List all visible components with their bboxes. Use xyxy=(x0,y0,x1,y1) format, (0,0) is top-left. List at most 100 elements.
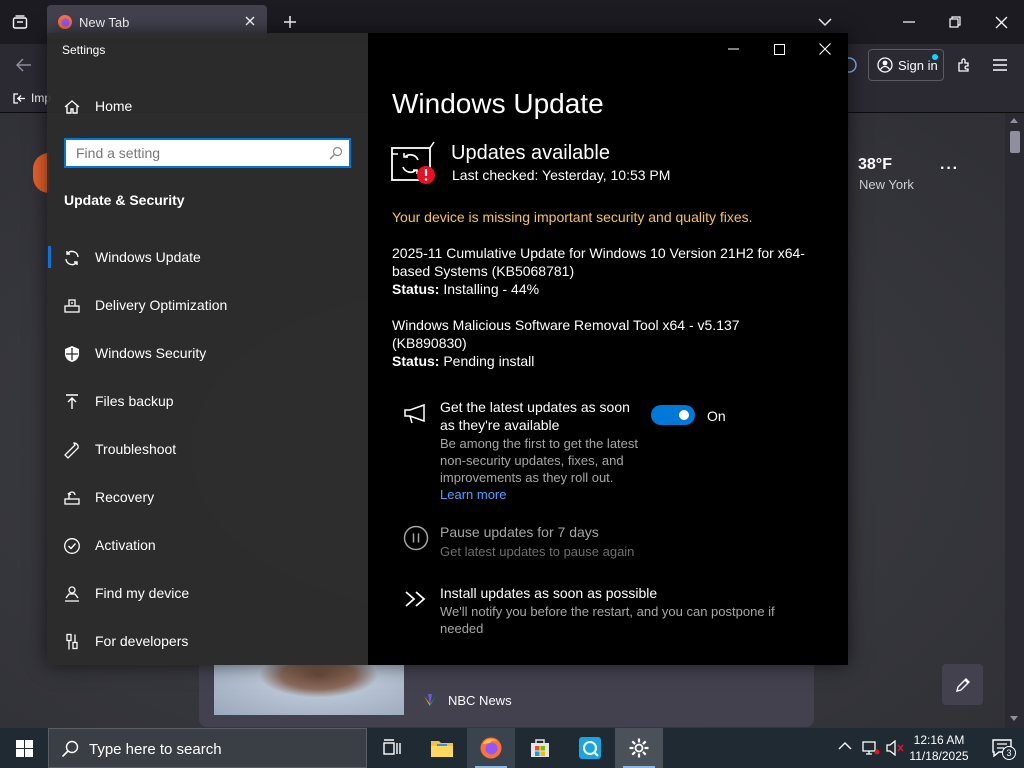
pencil-icon xyxy=(954,676,972,694)
firefox-icon xyxy=(57,14,73,30)
search-icon[interactable] xyxy=(329,146,343,160)
browser-close-icon[interactable] xyxy=(991,12,1011,32)
home-icon xyxy=(62,97,82,117)
sidebar-item-activation[interactable]: Activation xyxy=(47,522,368,568)
scroll-down-icon[interactable] xyxy=(1010,716,1018,721)
developer-icon xyxy=(62,632,82,652)
new-tab-plus-icon[interactable] xyxy=(280,12,300,32)
sidebar-item-for-developers[interactable]: For developers xyxy=(47,618,368,664)
weather-temperature[interactable]: 38°F xyxy=(858,156,892,174)
settings-minimize-icon[interactable] xyxy=(710,33,756,65)
learn-more-link[interactable]: Learn more xyxy=(440,487,506,502)
store-icon xyxy=(529,737,551,759)
notification-count: 3 xyxy=(1002,746,1016,760)
network-icon[interactable] xyxy=(862,740,880,756)
pause-updates-title[interactable]: Pause updates for 7 days xyxy=(440,523,599,541)
customize-edit-button[interactable] xyxy=(942,664,983,705)
settings-window: Settings Home Update & Security Windows … xyxy=(47,33,848,665)
news-source: NBC News xyxy=(448,693,512,708)
browser-restore-icon[interactable] xyxy=(945,12,965,32)
sidebar-item-find-my-device[interactable]: Find my device xyxy=(47,570,368,616)
import-bookmarks-button[interactable]: Imp xyxy=(12,91,51,105)
update-status: Pending install xyxy=(443,353,535,369)
last-checked-time: Last checked: Yesterday, 10:53 PM xyxy=(452,167,671,183)
latest-updates-title: Get the latest updates as soon as they'r… xyxy=(440,399,630,433)
import-icon xyxy=(12,91,26,105)
toggle-knob xyxy=(679,410,689,420)
sign-in-button[interactable]: Sign in xyxy=(868,49,944,81)
settings-taskbar-button[interactable] xyxy=(615,728,663,768)
gear-icon xyxy=(628,737,650,759)
section-title: Update & Security xyxy=(64,192,185,208)
sidebar-item-windows-update[interactable]: Windows Update xyxy=(47,234,368,280)
status-label: Status: xyxy=(392,281,440,297)
speaker-muted-icon[interactable] xyxy=(886,740,904,756)
update-item-cumulative: 2025-11 Cumulative Update for Windows 10… xyxy=(392,244,812,298)
settings-app-title: Settings xyxy=(62,43,106,57)
notification-icon: 3 xyxy=(992,739,1016,760)
file-explorer-button[interactable] xyxy=(418,728,466,768)
news-thumbnail xyxy=(214,665,404,715)
page-scrollbar[interactable] xyxy=(1005,113,1024,728)
weather-city[interactable]: New York xyxy=(859,177,914,192)
start-button[interactable] xyxy=(0,728,48,768)
extensions-icon[interactable] xyxy=(953,54,975,76)
update-name: Windows Malicious Software Removal Tool … xyxy=(392,317,740,351)
security-warning-text: Your device is missing important securit… xyxy=(392,209,753,225)
sidebar-item-delivery-optimization[interactable]: Delivery Optimization xyxy=(47,282,368,328)
sidebar-item-home[interactable]: Home xyxy=(47,83,368,129)
firefox-taskbar-button[interactable] xyxy=(467,728,515,768)
latest-updates-toggle[interactable] xyxy=(651,405,695,425)
recovery-icon xyxy=(62,488,82,508)
pause-updates-description: Get latest updates to pause again xyxy=(440,544,635,559)
taskbar-search-text: Type here to search xyxy=(89,741,222,758)
weather-more-options-icon[interactable]: ··· xyxy=(940,160,959,178)
windows-update-panel: Windows Update Updates available Last ch… xyxy=(368,33,848,665)
toggle-state-label: On xyxy=(707,408,726,424)
remote-assist-button[interactable] xyxy=(566,728,614,768)
task-view-button[interactable] xyxy=(368,728,416,768)
browser-minimize-icon[interactable] xyxy=(899,12,919,32)
pause-circle-icon[interactable] xyxy=(402,524,430,552)
chevron-down-icon[interactable] xyxy=(815,12,835,32)
firefox-icon xyxy=(479,736,503,760)
install-asap-description: We'll notify you before the restart, and… xyxy=(440,604,775,636)
show-hidden-icons-chevron-up-icon[interactable] xyxy=(838,741,852,751)
sidebar-item-files-backup[interactable]: Files backup xyxy=(47,378,368,424)
settings-maximize-icon[interactable] xyxy=(756,33,802,65)
upload-icon xyxy=(62,392,82,412)
windows-logo-icon xyxy=(15,739,33,757)
search-input[interactable] xyxy=(76,144,326,162)
sidebar-item-recovery[interactable]: Recovery xyxy=(47,474,368,520)
windows-taskbar: Type here to search 12:16 AM 11/18/2025 … xyxy=(0,728,1024,768)
scroll-thumb[interactable] xyxy=(1010,131,1020,153)
task-view-icon xyxy=(382,739,402,757)
settings-sidebar: Settings Home Update & Security Windows … xyxy=(47,33,368,665)
menu-hamburger-icon[interactable] xyxy=(989,54,1011,76)
update-warning-icon xyxy=(390,140,438,186)
settings-close-icon[interactable] xyxy=(802,33,848,65)
status-label: Status: xyxy=(392,353,440,369)
tab-list-icon[interactable] xyxy=(10,12,30,32)
taskbar-clock[interactable]: 12:16 AM 11/18/2025 xyxy=(905,732,973,764)
action-center-button[interactable]: 3 xyxy=(980,728,1024,768)
microsoft-store-button[interactable] xyxy=(516,728,564,768)
back-arrow-icon[interactable] xyxy=(13,54,35,76)
latest-updates-description: Be among the first to get the latest non… xyxy=(440,436,639,502)
install-asap-title[interactable]: Install updates as soon as possible xyxy=(440,584,657,602)
update-item-msrt: Windows Malicious Software Removal Tool … xyxy=(392,316,812,370)
update-name: 2025-11 Cumulative Update for Windows 10… xyxy=(392,245,805,279)
megaphone-icon xyxy=(402,400,430,428)
check-circle-icon xyxy=(62,536,82,556)
taskbar-search-box[interactable]: Type here to search xyxy=(48,728,367,768)
find-setting-search[interactable] xyxy=(64,138,351,168)
sidebar-item-troubleshoot[interactable]: Troubleshoot xyxy=(47,426,368,472)
scroll-up-icon[interactable] xyxy=(1010,118,1018,123)
sidebar-item-windows-security[interactable]: Windows Security xyxy=(47,330,368,376)
clock-date: 11/18/2025 xyxy=(909,749,969,763)
close-tab-icon[interactable] xyxy=(243,14,257,28)
news-card[interactable]: NBC News xyxy=(199,665,814,727)
fast-forward-icon xyxy=(402,585,430,613)
user-icon xyxy=(877,57,893,73)
update-status-heading: Updates available xyxy=(451,142,610,164)
